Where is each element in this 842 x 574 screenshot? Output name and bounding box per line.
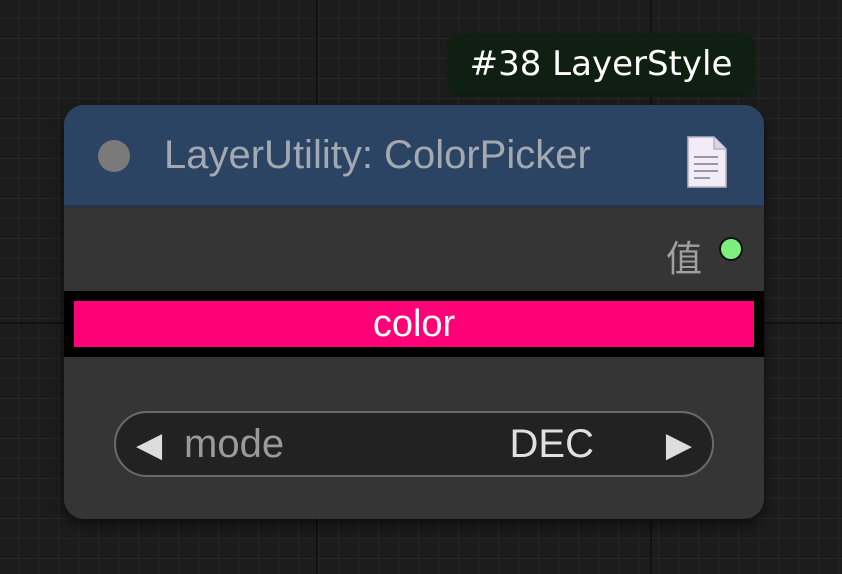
output-label: 值 — [665, 239, 702, 280]
mode-value[interactable]: DEC — [510, 422, 594, 467]
node-id-badge: #38 LayerStyle — [447, 33, 755, 97]
document-icon[interactable] — [684, 135, 730, 189]
color-widget[interactable]: color — [64, 291, 764, 357]
color-widget-label: color — [372, 302, 456, 345]
node-title: LayerUtility: ColorPicker — [164, 133, 591, 177]
output-row: 值 — [64, 207, 764, 287]
color-picker-node[interactable]: LayerUtility: ColorPicker 值 color ◀ mode… — [64, 105, 764, 519]
right-arrow-icon[interactable]: ▶ — [666, 425, 692, 465]
node-id-badge-text: #38 LayerStyle — [469, 44, 733, 84]
mode-combo[interactable]: ◀ mode DEC ▶ — [114, 411, 714, 477]
node-header[interactable]: LayerUtility: ColorPicker — [64, 105, 764, 207]
output-slot-icon[interactable] — [719, 237, 743, 261]
color-swatch-button[interactable]: color — [74, 301, 754, 347]
collapse-dot-icon[interactable] — [98, 140, 130, 172]
mode-label: mode — [184, 422, 285, 466]
left-arrow-icon[interactable]: ◀ — [136, 425, 162, 465]
